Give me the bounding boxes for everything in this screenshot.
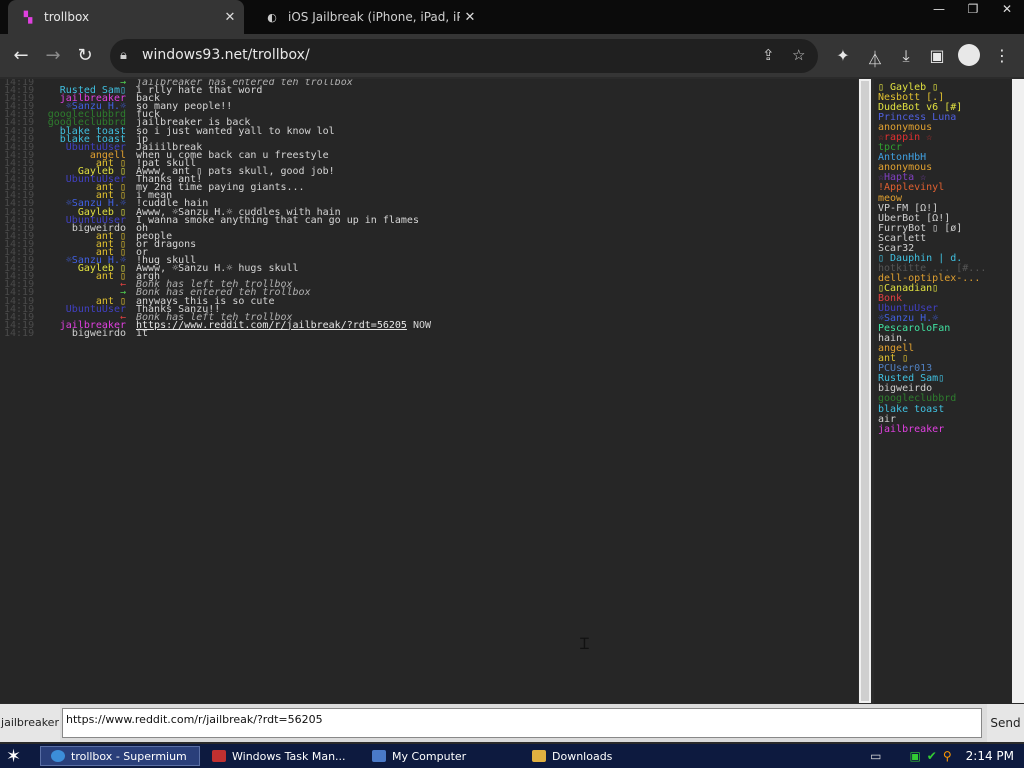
- sidepanel-icon[interactable]: ▣: [926, 46, 948, 65]
- chat-message: 14:19 blake toast so i just wanted yall to…: [0, 125, 858, 137]
- message-nick[interactable]: bigweirdo: [0, 328, 126, 338]
- user-list: ▯ Gayleb ▯ Nesbott [.] DudeBot v6 [#] Princ…: [874, 79, 1012, 707]
- chat-message: 14:19 Gayleb ▯ Awww, ☼Sanzu H.☼ cuddles wi…: [0, 207, 858, 217]
- message-text: I wanna smoke anything that can go up in…: [136, 214, 419, 226]
- tab-trollbox[interactable]: ▚ trollbox ✕: [8, 0, 244, 34]
- taskbar: ✶ trollbox - Supermium Windows Task Man.…: [0, 744, 1024, 768]
- task-manager-icon: [212, 750, 226, 762]
- url-text[interactable]: windows93.net/trollbox/: [142, 47, 310, 63]
- message-text: Awww, ☼Sanzu H.☼ hugs skull: [136, 263, 299, 275]
- user-list-item[interactable]: googleclubbrd: [874, 394, 1012, 404]
- user-list-item[interactable]: jailbreaker: [874, 424, 1012, 435]
- message-text: it: [136, 327, 149, 339]
- browser-toolbar: ← → ↻ 🔒︎ windows93.net/trollbox/ ⇪ ☆ ✦ ⏃…: [0, 34, 1024, 77]
- task-label: Downloads: [552, 749, 613, 763]
- keyboard-icon[interactable]: ▭: [870, 749, 881, 763]
- chat-message: 14:19 jailbreaker https://www.reddit.com/r…: [0, 320, 858, 330]
- chat-message: 14:19 Gayleb ▯ Awww, ant ▯ pats skull, goo…: [0, 166, 858, 176]
- chat-message: 14:19 ant ▯ argh: [0, 272, 858, 282]
- trollbox-page: 14:19 → jailbreaker has entered teh trollb…: [0, 77, 1024, 744]
- chat-scrollbar[interactable]: [859, 79, 871, 703]
- chat-message: 14:19 ant ▯ or dragons: [0, 239, 858, 249]
- chat-message: 14:19 ☼Sanzu H.☼ so many people!!: [0, 102, 858, 112]
- chat-message: 14:19 ☼Sanzu H.☼ !cuddle hain: [0, 199, 858, 209]
- user-list-scrollbar[interactable]: [1012, 79, 1024, 703]
- chat-message: 14:19 UbuntuUser I wanna smoke anything th…: [0, 214, 858, 226]
- minimize-icon[interactable]: —: [922, 0, 956, 18]
- folder-icon: [532, 750, 546, 762]
- task-label: My Computer: [392, 749, 467, 763]
- chat-message: 14:19 ant ▯ people: [0, 231, 858, 241]
- tab-title: trollbox: [44, 10, 90, 24]
- task-windows-task-manager[interactable]: Windows Task Man...: [206, 746, 362, 766]
- extensions-icon[interactable]: ✦: [832, 46, 854, 65]
- lock-icon[interactable]: 🔒︎: [120, 48, 127, 63]
- system-tray: ▭ ▣ ✔ ⚲ 2:14 PM: [870, 744, 1024, 768]
- task-my-computer[interactable]: My Computer: [366, 746, 522, 766]
- forward-icon[interactable]: →: [40, 43, 66, 69]
- chat-message: 14:19 ant ▯ or: [0, 247, 858, 257]
- task-downloads[interactable]: Downloads: [526, 746, 682, 766]
- user-list-item[interactable]: !Applevinyl: [874, 183, 1012, 193]
- close-tab-icon[interactable]: ✕: [220, 10, 240, 25]
- chat-message: 14:19 angell when u come back can u freest…: [0, 150, 858, 160]
- chat-message: 14:19 ← Bonk has left teh trollbox: [0, 280, 858, 290]
- close-tab-icon[interactable]: ✕: [460, 10, 480, 25]
- computer-icon: [372, 750, 386, 762]
- reload-icon[interactable]: ↻: [72, 43, 98, 69]
- tab-title: iOS Jailbreak (iPhone, iPad, iPod Tou: [288, 10, 460, 24]
- chat-message: 14:19 ant ▯ my 2nd time paying giants...: [0, 183, 858, 193]
- task-trollbox[interactable]: trollbox - Supermium: [40, 746, 200, 766]
- scroll-thumb[interactable]: [861, 81, 869, 701]
- chat-message: 14:19 UbuntuUser Jaiiilbreak: [0, 142, 858, 152]
- chat-message: 14:19 → jailbreaker has entered teh trollb…: [0, 79, 858, 88]
- window-controls: — ❐ ✕: [922, 0, 1024, 18]
- chat-message: 14:19 Rusted Sam▯ i rlly hate that word: [0, 86, 858, 96]
- chat-log: 14:19 → jailbreaker has entered teh trollb…: [0, 79, 858, 703]
- menu-icon[interactable]: ⋮: [991, 46, 1013, 65]
- chat-message: 14:19 ant ▯ anyways this is so cute: [0, 296, 858, 306]
- browser-icon: [51, 750, 65, 762]
- labs-icon[interactable]: ⏃: [864, 46, 886, 70]
- message-input[interactable]: https://www.reddit.com/r/jailbreak/?rdt=…: [62, 708, 982, 738]
- chat-message: 14:19 bigweirdo it: [0, 327, 858, 339]
- task-label: Windows Task Man...: [232, 749, 346, 763]
- chat-message: 14:19 ant ▯ !pat skull: [0, 158, 858, 168]
- chat-message: 14:19 UbuntuUser Thanks ant!: [0, 175, 858, 185]
- chat-message: 14:19 → Bonk has entered teh trollbox: [0, 288, 858, 298]
- message-text: https://www.reddit.com/r/jailbreak/?rdt=…: [136, 320, 431, 330]
- chat-message: 14:19 googleclubbrd jailbreaker is back: [0, 118, 858, 128]
- chat-message: 14:19 UbuntuUser Thanks Sanzu!!: [0, 304, 858, 314]
- text-cursor-icon: Ɪ: [580, 634, 589, 653]
- chat-message: 14:19 jailbreaker back: [0, 94, 858, 104]
- address-bar[interactable]: 🔒︎ windows93.net/trollbox/ ⇪ ☆: [110, 39, 818, 73]
- search-icon[interactable]: ⚲: [943, 749, 952, 763]
- tab-ios-jailbreak[interactable]: ◐ iOS Jailbreak (iPhone, iPad, iPod Tou …: [252, 0, 484, 34]
- input-bar: jailbreaker https://www.reddit.com/r/jai…: [0, 704, 1024, 742]
- reddit-favicon: ◐: [267, 10, 277, 24]
- clock: 2:14 PM: [965, 749, 1014, 763]
- nickname-button[interactable]: jailbreaker: [0, 704, 60, 742]
- back-icon[interactable]: ←: [8, 43, 34, 69]
- chat-message: 14:19 googleclubbrd fuck: [0, 110, 858, 120]
- tab-strip: ▚ trollbox ✕ ◐ iOS Jailbreak (iPhone, iP…: [0, 0, 1024, 34]
- chat-message: 14:19 Gayleb ▯ Awww, ☼Sanzu H.☼ hugs skull: [0, 263, 858, 275]
- start-star-icon[interactable]: ✶: [6, 746, 21, 767]
- download-icon[interactable]: ⤓: [895, 46, 917, 66]
- network-icon[interactable]: ▣: [909, 749, 920, 763]
- chat-message: 14:19 blake toast jp: [0, 134, 858, 144]
- chat-message: 14:19 ant ▯ i mean: [0, 191, 858, 201]
- send-button[interactable]: Send: [987, 704, 1024, 742]
- chat-message: 14:19 bigweirdo oh: [0, 223, 858, 233]
- message-text: so i just wanted yall to know lol: [136, 125, 335, 137]
- close-window-icon[interactable]: ✕: [990, 0, 1024, 18]
- restore-icon[interactable]: ❐: [956, 0, 990, 18]
- trollbox-favicon: ▚: [23, 10, 33, 24]
- profile-icon[interactable]: [958, 44, 980, 66]
- star-icon[interactable]: ☆: [792, 46, 805, 64]
- share-icon[interactable]: ⇪: [762, 46, 775, 64]
- shield-icon[interactable]: ✔: [927, 749, 937, 763]
- chat-message: 14:19 ☼Sanzu H.☼ !hug skull: [0, 256, 858, 266]
- task-label: trollbox - Supermium: [71, 749, 187, 763]
